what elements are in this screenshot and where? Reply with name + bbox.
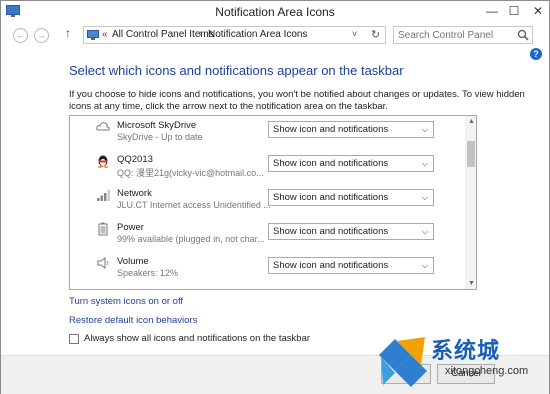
address-dropdown-icon[interactable]: ˅ — [352, 29, 357, 39]
title-bar: Notification Area Icons — ☐ ✕ — [1, 1, 549, 23]
list-item: Network JLU.CT Internet access Unidentif… — [70, 184, 466, 217]
behavior-select-value: Show icon and notifications — [273, 158, 389, 169]
back-button[interactable]: ← — [13, 28, 28, 43]
icon-name: Power — [117, 222, 144, 233]
always-show-label[interactable]: Always show all icons and notifications … — [84, 333, 310, 344]
icon-status: JLU.CT Internet access Unidentified ... — [117, 200, 271, 210]
watermark-brand: 系统城 — [431, 338, 501, 363]
breadcrumb-overflow-chevron[interactable]: « — [102, 29, 108, 40]
address-field[interactable]: « All Control Panel Items › Notification… — [83, 26, 386, 44]
icon-status: 99% available (plugged in, not char... — [117, 234, 265, 244]
help-icon[interactable]: ? — [530, 48, 542, 60]
chevron-down-icon: ⌵ — [421, 159, 428, 168]
maximize-button[interactable]: ☐ — [507, 4, 521, 18]
icon-status: SkyDrive - Up to date — [117, 132, 203, 142]
control-panel-window: Notification Area Icons — ☐ ✕ ← → ↑ « Al… — [0, 0, 550, 394]
refresh-icon[interactable]: ↻ — [371, 28, 380, 41]
battery-icon — [98, 222, 108, 236]
behavior-select[interactable]: Show icon and notifications ⌵ — [268, 121, 434, 138]
restore-default-link[interactable]: Restore default icon behaviors — [69, 315, 197, 326]
icon-name: QQ2013 — [117, 154, 153, 165]
icon-name: Microsoft SkyDrive — [117, 120, 197, 131]
search-icon[interactable] — [517, 28, 529, 42]
turn-system-icons-link[interactable]: Turn system icons on or off — [69, 296, 183, 307]
behavior-select-value: Show icon and notifications — [273, 124, 389, 135]
list-item: QQ2013 QQ: 漫里21g(vicky-vic@hotmail.co...… — [70, 150, 466, 183]
chevron-down-icon: ⌵ — [421, 227, 428, 236]
chevron-down-icon: ⌵ — [421, 193, 428, 202]
icon-name: Network — [117, 188, 152, 199]
behavior-select-value: Show icon and notifications — [273, 260, 389, 271]
scrollbar-thumb[interactable] — [467, 141, 475, 167]
list-item: Microsoft SkyDrive SkyDrive - Up to date… — [70, 116, 466, 149]
behavior-select-value: Show icon and notifications — [273, 192, 389, 203]
watermark-url: xitongcheng.com — [445, 365, 529, 377]
behavior-select-value: Show icon and notifications — [273, 226, 389, 237]
always-show-checkbox[interactable] — [69, 334, 79, 344]
icon-status: Speakers: 12% — [117, 268, 179, 278]
scroll-up-arrow-icon[interactable]: ▲ — [468, 118, 475, 125]
notification-icons-list: Microsoft SkyDrive SkyDrive - Up to date… — [69, 115, 477, 290]
watermark-logo-icon — [379, 337, 427, 387]
speaker-icon — [97, 257, 109, 269]
network-icon — [97, 190, 110, 201]
behavior-select[interactable]: Show icon and notifications ⌵ — [268, 223, 434, 240]
window-title: Notification Area Icons — [215, 5, 335, 19]
list-item: Volume Speakers: 12% Show icon and notif… — [70, 252, 466, 285]
close-button[interactable]: ✕ — [531, 4, 545, 18]
scroll-down-arrow-icon[interactable]: ▼ — [468, 280, 475, 287]
behavior-select[interactable]: Show icon and notifications ⌵ — [268, 155, 434, 172]
icon-status: QQ: 漫里21g(vicky-vic@hotmail.co... — [117, 168, 264, 178]
penguin-icon — [98, 155, 108, 168]
list-scrollbar[interactable]: ▲ ▼ — [465, 116, 476, 289]
page-heading: Select which icons and notifications app… — [69, 63, 404, 78]
chevron-down-icon: ⌵ — [421, 261, 428, 270]
breadcrumb-separator[interactable]: › — [199, 28, 202, 39]
page-description: If you choose to hide icons and notifica… — [69, 89, 525, 112]
minimize-button[interactable]: — — [485, 4, 499, 18]
address-bar: ← → ↑ « All Control Panel Items › Notifi… — [1, 23, 549, 47]
chevron-down-icon: ⌵ — [421, 125, 428, 134]
behavior-select[interactable]: Show icon and notifications ⌵ — [268, 189, 434, 206]
control-panel-icon — [87, 30, 99, 40]
cloud-icon — [96, 122, 110, 131]
up-button[interactable]: ↑ — [65, 26, 71, 40]
behavior-select[interactable]: Show icon and notifications ⌵ — [268, 257, 434, 274]
icon-name: Volume — [117, 256, 149, 267]
search-box[interactable] — [393, 26, 533, 44]
list-item: Power 99% available (plugged in, not cha… — [70, 218, 466, 251]
breadcrumb-notification-area-icons[interactable]: Notification Area Icons — [208, 29, 308, 40]
search-input[interactable] — [398, 29, 513, 42]
forward-button[interactable]: → — [34, 28, 49, 43]
watermark: 系统城 xitongcheng.com — [373, 331, 549, 393]
